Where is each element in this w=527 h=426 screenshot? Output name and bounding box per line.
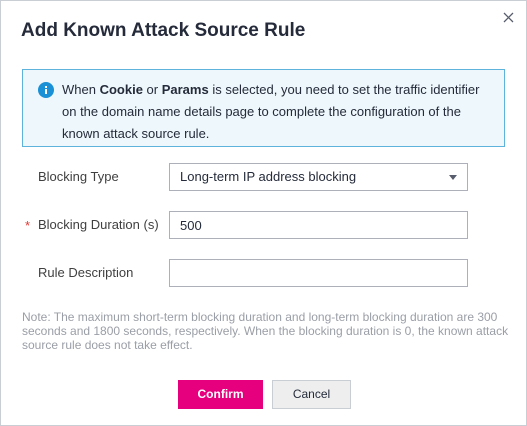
rule-description-label: Rule Description xyxy=(38,265,134,280)
params-keyword: Params xyxy=(161,82,209,97)
confirm-button[interactable]: Confirm xyxy=(178,380,263,409)
blocking-duration-row: * Blocking Duration (s) xyxy=(1,211,526,239)
cookie-keyword: Cookie xyxy=(99,82,143,97)
blocking-type-label: Blocking Type xyxy=(38,169,119,184)
close-icon xyxy=(503,12,513,22)
cancel-button[interactable]: Cancel xyxy=(272,380,351,409)
info-notice: When Cookie or Params is selected, you n… xyxy=(22,69,505,147)
blocking-type-select[interactable]: Long-term IP address blocking xyxy=(169,163,468,191)
close-button[interactable] xyxy=(498,7,518,27)
blocking-duration-label: Blocking Duration (s) xyxy=(38,217,159,232)
blocking-type-row: Blocking Type Long-term IP address block… xyxy=(1,163,526,191)
dialog-title: Add Known Attack Source Rule xyxy=(21,20,306,41)
add-rule-dialog: Add Known Attack Source Rule When Cookie… xyxy=(0,0,527,426)
chevron-down-icon xyxy=(449,175,457,180)
blocking-duration-input[interactable] xyxy=(169,211,468,239)
required-mark: * xyxy=(25,218,31,233)
blocking-type-value: Long-term IP address blocking xyxy=(180,169,357,184)
notice-text: When Cookie or Params is selected, you n… xyxy=(62,82,480,141)
rule-description-input[interactable] xyxy=(169,259,468,287)
duration-note: Note: The maximum short-term blocking du… xyxy=(22,310,509,352)
rule-description-row: Rule Description xyxy=(1,259,526,287)
info-icon xyxy=(38,82,54,98)
